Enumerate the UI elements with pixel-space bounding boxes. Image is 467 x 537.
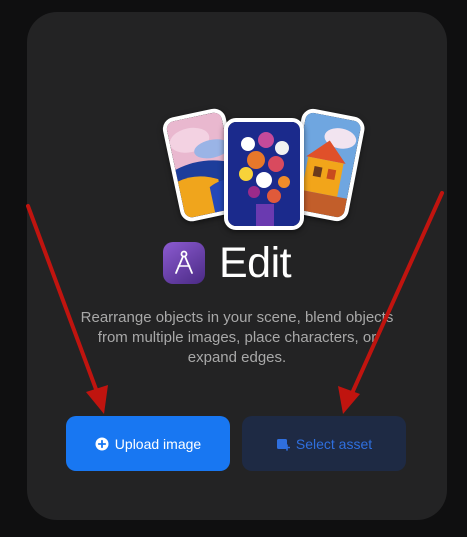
example-thumbnails [160, 104, 369, 234]
plus-circle-icon [95, 437, 109, 451]
thumbnail-flowers-painting [224, 118, 304, 230]
feature-description: Rearrange objects in your scene, blend o… [80, 309, 394, 366]
upload-image-label: Upload image [114, 435, 202, 452]
feature-title: Edit [219, 238, 292, 287]
image-add-icon [276, 437, 290, 451]
feature-title-row: Edit [163, 238, 292, 287]
compass-icon [163, 242, 205, 284]
select-asset-button[interactable]: Select asset [242, 416, 406, 471]
upload-image-button[interactable]: Upload image [66, 416, 230, 471]
select-asset-label: Select asset [295, 435, 373, 452]
